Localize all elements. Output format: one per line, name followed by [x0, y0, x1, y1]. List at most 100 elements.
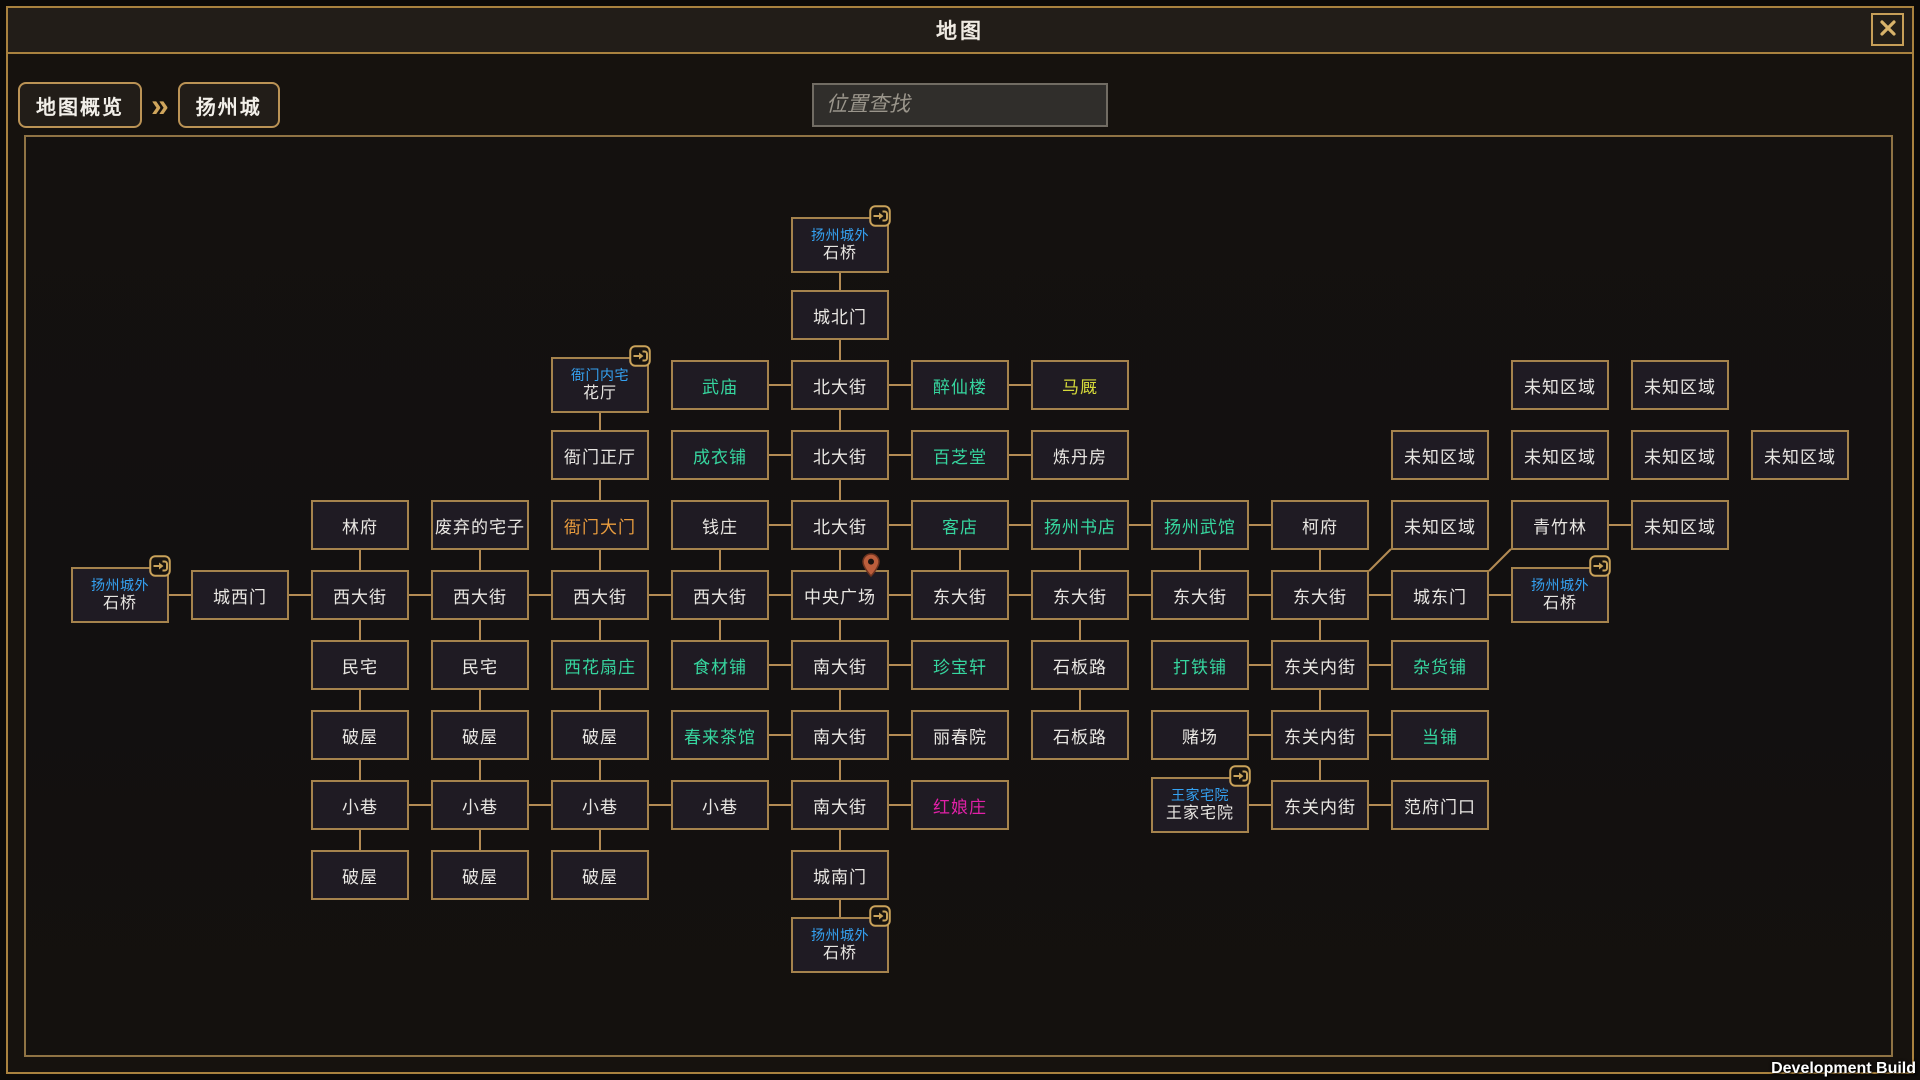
map-node[interactable]: 南大街: [791, 640, 889, 690]
exit-transfer-icon[interactable]: [869, 205, 891, 227]
exit-transfer-icon[interactable]: [1229, 765, 1251, 787]
map-node[interactable]: 小巷: [671, 780, 769, 830]
map-node[interactable]: 破屋: [431, 710, 529, 760]
map-node[interactable]: 衙门内宅花厅: [551, 357, 649, 413]
map-node[interactable]: 马厩: [1031, 360, 1129, 410]
map-node[interactable]: 未知区域: [1631, 430, 1729, 480]
map-node[interactable]: 民宅: [311, 640, 409, 690]
map-node[interactable]: 城东门: [1391, 570, 1489, 620]
map-node[interactable]: 扬州书店: [1031, 500, 1129, 550]
map-node-label: 未知区域: [1524, 373, 1596, 398]
map-node[interactable]: 破屋: [551, 710, 649, 760]
map-node-label: 杂货铺: [1413, 653, 1467, 678]
map-node-label: 破屋: [462, 863, 498, 888]
map-node-label: 未知区域: [1404, 443, 1476, 468]
map-node[interactable]: 小巷: [431, 780, 529, 830]
exit-transfer-icon[interactable]: [149, 555, 171, 577]
map-node[interactable]: 衙门大门: [551, 500, 649, 550]
map-node[interactable]: 炼丹房: [1031, 430, 1129, 480]
map-node[interactable]: 食材铺: [671, 640, 769, 690]
map-node[interactable]: 武庙: [671, 360, 769, 410]
map-node[interactable]: 青竹林: [1511, 500, 1609, 550]
map-node[interactable]: 赌场: [1151, 710, 1249, 760]
map-node[interactable]: 小巷: [311, 780, 409, 830]
breadcrumb-yangzhou-city[interactable]: 扬州城: [178, 82, 280, 128]
map-node[interactable]: 未知区域: [1391, 430, 1489, 480]
map-node[interactable]: 北大街: [791, 360, 889, 410]
map-node[interactable]: 东关内街: [1271, 780, 1369, 830]
location-search-input[interactable]: [812, 83, 1108, 127]
map-node[interactable]: 珍宝轩: [911, 640, 1009, 690]
map-node[interactable]: 石板路: [1031, 640, 1129, 690]
map-node[interactable]: 北大街: [791, 430, 889, 480]
map-node[interactable]: 扬州城外石桥: [791, 917, 889, 973]
map-node[interactable]: 西花扇庄: [551, 640, 649, 690]
map-node[interactable]: 东大街: [1271, 570, 1369, 620]
map-node[interactable]: 石板路: [1031, 710, 1129, 760]
map-node[interactable]: 钱庄: [671, 500, 769, 550]
map-node[interactable]: 衙门正厅: [551, 430, 649, 480]
map-node[interactable]: 扬州武馆: [1151, 500, 1249, 550]
map-node[interactable]: 未知区域: [1751, 430, 1849, 480]
map-node[interactable]: 东大街: [1031, 570, 1129, 620]
map-node[interactable]: 客店: [911, 500, 1009, 550]
map-node[interactable]: 扬州城外石桥: [791, 217, 889, 273]
map-node[interactable]: 未知区域: [1391, 500, 1489, 550]
map-node[interactable]: 西大街: [671, 570, 769, 620]
map-node[interactable]: 中央广场: [791, 570, 889, 620]
map-node[interactable]: 小巷: [551, 780, 649, 830]
map-node-label: 城北门: [813, 303, 867, 328]
map-node[interactable]: 北大街: [791, 500, 889, 550]
map-node[interactable]: 醉仙楼: [911, 360, 1009, 410]
map-node[interactable]: 未知区域: [1631, 500, 1729, 550]
map-node[interactable]: 城北门: [791, 290, 889, 340]
map-node[interactable]: 南大街: [791, 710, 889, 760]
map-node[interactable]: 西大街: [551, 570, 649, 620]
map-node[interactable]: 破屋: [551, 850, 649, 900]
map-node[interactable]: 城南门: [791, 850, 889, 900]
map-node[interactable]: 未知区域: [1631, 360, 1729, 410]
map-node-label: 百芝堂: [933, 443, 987, 468]
close-icon: [1878, 18, 1898, 41]
map-node[interactable]: 柯府: [1271, 500, 1369, 550]
map-node[interactable]: 东大街: [1151, 570, 1249, 620]
map-node[interactable]: 破屋: [311, 850, 409, 900]
map-node[interactable]: 废弃的宅子: [431, 500, 529, 550]
map-node[interactable]: 百芝堂: [911, 430, 1009, 480]
map-node[interactable]: 城西门: [191, 570, 289, 620]
map-node[interactable]: 丽春院: [911, 710, 1009, 760]
map-node[interactable]: 林府: [311, 500, 409, 550]
map-node[interactable]: 成衣铺: [671, 430, 769, 480]
map-node[interactable]: 红娘庄: [911, 780, 1009, 830]
map-node[interactable]: 春来茶馆: [671, 710, 769, 760]
map-node[interactable]: 未知区域: [1511, 360, 1609, 410]
map-node[interactable]: 当铺: [1391, 710, 1489, 760]
map-node[interactable]: 范府门口: [1391, 780, 1489, 830]
map-node[interactable]: 民宅: [431, 640, 529, 690]
map-node-label: 民宅: [342, 653, 378, 678]
map-node[interactable]: 西大街: [431, 570, 529, 620]
close-button[interactable]: [1871, 13, 1904, 46]
map-node[interactable]: 西大街: [311, 570, 409, 620]
map-node[interactable]: 南大街: [791, 780, 889, 830]
map-node[interactable]: 破屋: [431, 850, 529, 900]
map-node[interactable]: 杂货铺: [1391, 640, 1489, 690]
map-node[interactable]: 打铁铺: [1151, 640, 1249, 690]
breadcrumb-map-overview[interactable]: 地图概览: [18, 82, 142, 128]
exit-transfer-icon[interactable]: [629, 345, 651, 367]
map-node[interactable]: 未知区域: [1511, 430, 1609, 480]
map-node-label: 中央广场: [804, 583, 876, 608]
map-node[interactable]: 破屋: [311, 710, 409, 760]
exit-transfer-icon[interactable]: [869, 905, 891, 927]
title-bar: 地图: [8, 8, 1912, 54]
exit-transfer-icon[interactable]: [1589, 555, 1611, 577]
map-node[interactable]: 王家宅院王家宅院: [1151, 777, 1249, 833]
map-node-label: 城东门: [1413, 583, 1467, 608]
map-node[interactable]: 东关内街: [1271, 710, 1369, 760]
map-node[interactable]: 扬州城外石桥: [1511, 567, 1609, 623]
map-node[interactable]: 扬州城外石桥: [71, 567, 169, 623]
map-node-label: 钱庄: [702, 513, 738, 538]
map-node[interactable]: 东大街: [911, 570, 1009, 620]
map-node-label: 废弃的宅子: [435, 513, 525, 538]
map-node[interactable]: 东关内街: [1271, 640, 1369, 690]
